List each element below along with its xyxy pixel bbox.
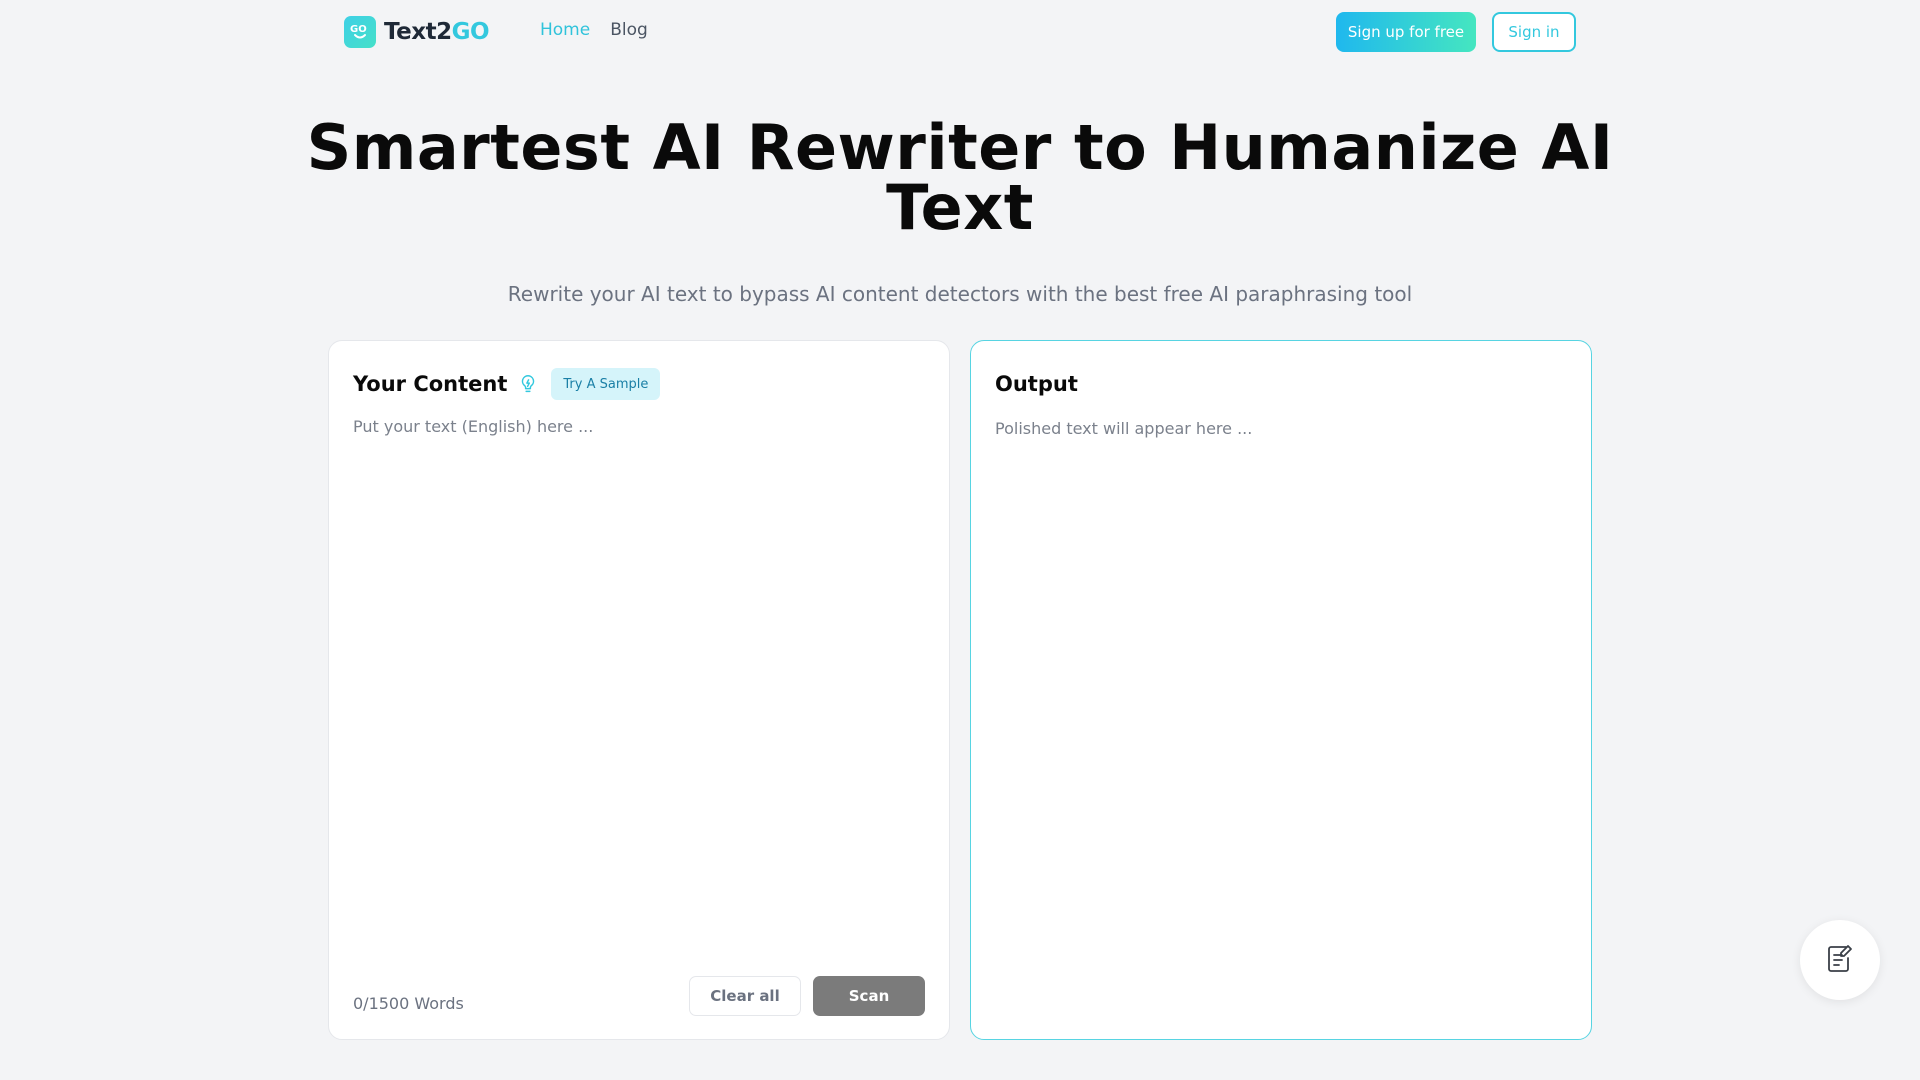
nav-links: Home Blog	[540, 20, 648, 40]
brand-name-prefix: Text2	[384, 19, 452, 45]
document-edit-icon	[1826, 944, 1854, 977]
output-panel-title: Output	[995, 372, 1078, 396]
input-panel-title: Your Content	[353, 372, 508, 396]
top-nav: GO Text2GO Home Blog Sign up for free Si…	[0, 0, 1920, 64]
hero-subtitle: Rewrite your AI text to bypass AI conten…	[507, 282, 1413, 306]
input-panel: Your Content Try A Sample 0/1500 Words C…	[328, 340, 950, 1040]
floating-document-button[interactable]	[1800, 920, 1880, 1000]
clear-all-button[interactable]: Clear all	[689, 976, 801, 1016]
output-text[interactable]: Polished text will appear here ...	[995, 419, 1252, 438]
svg-text:GO: GO	[350, 24, 367, 35]
output-panel: Output Polished text will appear here ..…	[970, 340, 1592, 1040]
brand-name: Text2GO	[384, 19, 490, 45]
scan-button[interactable]: Scan	[813, 976, 925, 1016]
page: GO Text2GO Home Blog Sign up for free Si…	[0, 0, 1920, 1080]
try-sample-button[interactable]: Try A Sample	[551, 368, 661, 400]
brand-logo[interactable]: GO Text2GO	[344, 16, 490, 48]
output-panel-header: Output	[995, 369, 1078, 399]
nav-link-home[interactable]: Home	[540, 20, 590, 40]
logo-badge-icon: GO	[344, 16, 376, 48]
content-input[interactable]	[353, 415, 927, 955]
signin-button[interactable]: Sign in	[1492, 12, 1576, 52]
brand-name-suffix: GO	[451, 19, 490, 45]
input-panel-header: Your Content Try A Sample	[353, 368, 661, 400]
word-count: 0/1500 Words	[353, 994, 464, 1013]
nav-link-blog[interactable]: Blog	[610, 20, 648, 40]
hero-title: Smartest AI Rewriter to Humanize AI Text	[306, 111, 1614, 244]
lightbulb-icon[interactable]	[517, 373, 539, 395]
signup-button[interactable]: Sign up for free	[1336, 12, 1476, 52]
